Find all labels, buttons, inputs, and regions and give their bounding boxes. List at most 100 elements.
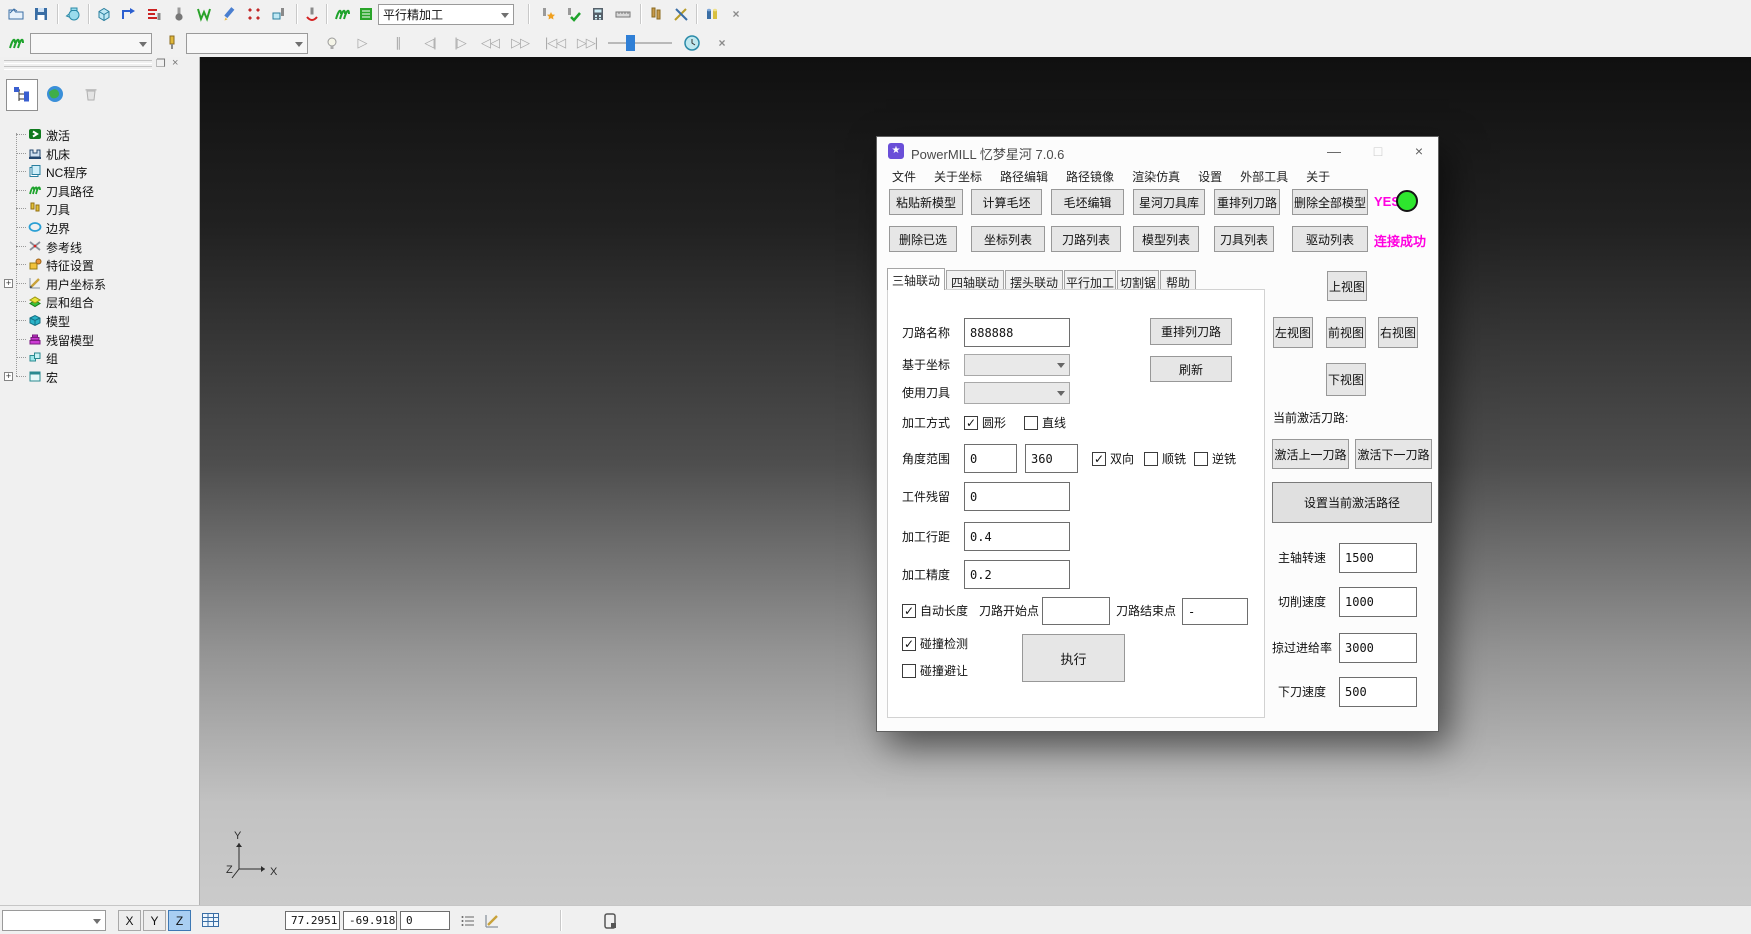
tool-select-combobox[interactable] [186,33,308,54]
workplane-edit-icon[interactable] [482,911,502,931]
tree-item-levels[interactable]: 层和组合 [0,292,199,310]
stock-remain-input[interactable]: 0 [964,482,1070,511]
execute-button[interactable]: 执行 [1022,634,1125,682]
tree-item-boundary[interactable]: 边界 [0,218,199,236]
tree-expander[interactable]: + [4,279,13,288]
coord-list-button[interactable]: 坐标列表 [971,226,1045,252]
tool-swap-icon[interactable] [671,4,691,24]
end-point-input[interactable]: - [1182,598,1248,625]
tab-4axis[interactable]: 四轴联动 [946,270,1004,290]
step-back-icon[interactable]: ◁| [420,33,440,53]
play-icon[interactable]: ▷ [352,33,372,53]
tool-library-button[interactable]: 星河刀具库 [1133,189,1205,215]
menu-file[interactable]: 文件 [883,168,925,185]
tree-item-macro[interactable]: +宏 [0,367,199,385]
nc-program-edit-icon[interactable] [144,4,164,24]
toolbar-close-icon[interactable]: × [726,4,746,24]
use-tool-combobox[interactable] [964,382,1070,404]
calculator-icon[interactable] [588,4,608,24]
activate-next-button[interactable]: 激活下一刀路 [1355,439,1432,469]
tree-item-nc-program[interactable]: NC程序 [0,162,199,180]
coordinate-y-input[interactable]: -69.918 [343,911,397,930]
create-block-icon[interactable] [94,4,114,24]
tree-item-group[interactable]: 组 [0,348,199,366]
plane-select-combobox[interactable] [2,910,106,931]
drive-list-button[interactable]: 驱动列表 [1292,226,1368,252]
rearrange-toolpath-button[interactable]: 重排列刀路 [1214,189,1280,215]
toolpath-select-combobox[interactable] [30,33,152,54]
angle-start-input[interactable]: 0 [964,444,1017,473]
set-active-path-button[interactable]: 设置当前激活路径 [1272,482,1432,523]
coord-base-combobox[interactable] [964,354,1070,376]
menu-path-edit[interactable]: 路径编辑 [991,168,1057,185]
bidirectional-checkbox[interactable]: 双向 [1092,450,1134,467]
strategy-list-icon[interactable] [356,4,376,24]
tree-item-model[interactable]: 模型 [0,311,199,329]
pause-icon[interactable]: ∥ [388,33,408,53]
view-left-button[interactable]: 左视图 [1273,317,1313,348]
tab-help[interactable]: 帮助 [1160,270,1196,290]
tool-verify-icon[interactable] [563,4,583,24]
plunge-speed-input[interactable]: 500 [1339,677,1417,707]
tab-parallel[interactable]: 平行加工 [1064,270,1116,290]
toolpath-strategy-icon[interactable] [119,4,139,24]
tool-pair-icon[interactable] [646,4,666,24]
speed-slider-handle[interactable] [626,35,635,51]
tab-explorer-tree[interactable] [6,79,38,111]
auto-length-checkbox[interactable]: 自动长度 [902,602,968,619]
rearrange-toolpath-button-2[interactable]: 重排列刀路 [1150,318,1232,345]
points-icon[interactable] [244,4,264,24]
paste-model-button[interactable]: 粘贴新模型 [889,189,963,215]
open-file-icon[interactable] [6,4,26,24]
step-forward-icon[interactable]: |▷ [450,33,470,53]
angle-end-input[interactable]: 360 [1025,444,1078,473]
menu-coords[interactable]: 关于坐标 [925,168,991,185]
grid-icon[interactable] [200,910,220,930]
menu-external-tools[interactable]: 外部工具 [1231,168,1297,185]
cutting-speed-input[interactable]: 1000 [1339,587,1417,617]
activate-prev-button[interactable]: 激活上一刀路 [1272,439,1349,469]
conventional-mill-checkbox[interactable]: 逆铣 [1194,450,1236,467]
measure-icon[interactable] [613,4,633,24]
panel-close-icon[interactable]: × [172,57,178,69]
coordinate-z-input[interactable]: 0 [400,911,450,930]
view-right-button[interactable]: 右视图 [1378,317,1418,348]
toolpath-name-input[interactable]: 888888 [964,318,1070,347]
toolpath-spring-icon[interactable] [332,4,352,24]
menu-render-sim[interactable]: 渲染仿真 [1123,168,1189,185]
tree-item-activate[interactable]: 激活 [0,125,199,143]
tab-3axis[interactable]: 三轴联动 [887,268,945,290]
go-start-icon[interactable]: |◁◁ [542,33,568,53]
menu-path-mirror[interactable]: 路径镜像 [1057,168,1123,185]
toolbar-close-icon[interactable]: × [712,33,732,53]
tab-explorer-trash[interactable] [76,79,106,109]
strategy-combobox[interactable]: 平行精加工 [378,4,514,25]
toolpath-list-button[interactable]: 刀路列表 [1051,226,1121,252]
save-icon[interactable] [31,4,51,24]
close-button[interactable]: × [1404,140,1434,162]
tab-swivel-head[interactable]: 摆头联动 [1005,270,1063,290]
boundary-icon[interactable] [194,4,214,24]
clock-icon[interactable] [682,33,702,53]
axis-y-button[interactable]: Y [143,910,166,931]
toolpath-favorite-icon[interactable] [538,4,558,24]
list-options-icon[interactable] [458,911,478,931]
minimize-button[interactable]: — [1319,140,1349,162]
tree-item-toolpath[interactable]: 刀具路径 [0,181,199,199]
light-icon[interactable] [322,33,342,53]
feature-block-icon[interactable] [269,4,289,24]
view-top-button[interactable]: 上视图 [1327,271,1367,301]
ball-tool-icon[interactable] [169,4,189,24]
stock-edit-button[interactable]: 毛坯编辑 [1051,189,1124,215]
calc-stock-button[interactable]: 计算毛坯 [971,189,1042,215]
maximize-button[interactable]: □ [1363,140,1393,162]
view-front-button[interactable]: 前视图 [1326,317,1366,348]
panel-grip[interactable] [4,60,152,64]
tree-item-pattern[interactable]: 参考线 [0,237,199,255]
mode-circle-checkbox[interactable]: 圆形 [964,414,1006,431]
rewind-icon[interactable]: ◁◁ [480,33,500,53]
tolerance-input[interactable]: 0.2 [964,560,1070,589]
delete-selected-button[interactable]: 删除已选 [889,226,957,252]
tree-item-workplane[interactable]: +用户坐标系 [0,274,199,292]
refresh-button[interactable]: 刷新 [1150,356,1232,382]
